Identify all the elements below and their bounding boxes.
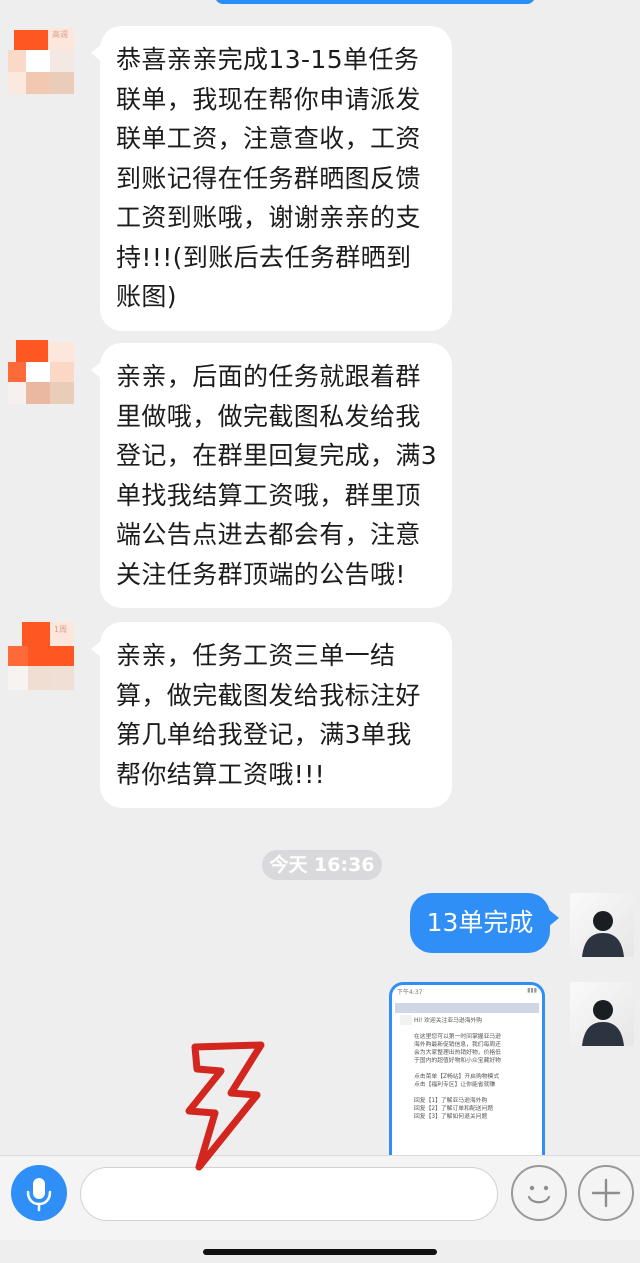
preview-status-bar: 下午4:37 ▮▮▮ — [392, 985, 542, 1003]
contact-avatar[interactable] — [8, 336, 76, 406]
message-line: 关注任务群顶端的公告哦! — [116, 559, 406, 589]
top-blue-strip — [215, 0, 535, 4]
preview-line: 回复【2】了解订单和配送问题 — [414, 1106, 494, 1112]
emoji-button[interactable] — [511, 1165, 567, 1221]
message-line: 算，做完截图发给我标注好 — [116, 680, 421, 710]
preview-line — [414, 1025, 534, 1033]
arrow-annotation-icon — [185, 1041, 265, 1171]
preview-battery-icon: ▮▮▮ — [527, 987, 537, 994]
microphone-icon — [26, 1178, 52, 1212]
message-line: 亲亲，后面的任务就跟着群 — [116, 362, 421, 391]
contact-avatar[interactable]: 1周 — [8, 622, 76, 692]
user-avatar[interactable] — [570, 893, 634, 957]
preview-header-bar — [395, 1003, 539, 1013]
person-silhouette-icon — [582, 911, 624, 957]
message-line: 单找我结算工资哦，群里顶 — [116, 480, 421, 510]
message-input[interactable] — [80, 1167, 498, 1221]
outgoing-message-bubble[interactable]: 13单完成 — [410, 893, 559, 953]
emoji-icon — [527, 1185, 551, 1204]
voice-button[interactable] — [11, 1165, 67, 1221]
message-line: 登记，在群里回复完成，满3 — [116, 441, 438, 470]
preview-logo — [400, 1015, 412, 1025]
message-line: 持!!!(到账后去任务群晒到 — [116, 242, 412, 272]
preview-line: 回复【3】了解如何退关问题 — [414, 1114, 488, 1120]
preview-line — [414, 1065, 534, 1073]
contact-avatar[interactable]: 高週 — [8, 26, 76, 96]
preview-line: 点击【福利专区】让你能省就赚 — [414, 1082, 496, 1088]
message-bubble[interactable]: 恭喜亲亲完成13-15单任务 联单，我现在帮你申请派发 联单工资，注意查收，工资… — [91, 26, 452, 331]
message-line: 联单，我现在帮你申请派发 — [116, 84, 421, 114]
preview-line: 点击菜单【Z畅站】开启购物模式 — [414, 1074, 500, 1080]
message-line: 帮你结算工资哦!!! — [116, 759, 326, 789]
message-line: 联单工资，注意查收，工资 — [116, 124, 421, 153]
timestamp-pill: 今天 16:36 — [262, 850, 382, 880]
preview-line: 回复【1】了解亚马逊海外购 — [414, 1098, 488, 1104]
message-line: 端公告点进去都会有，注意 — [116, 520, 421, 549]
preview-line: 于国内的超值好物和小众宝藏好物 — [414, 1058, 501, 1064]
message-line: 账图) — [116, 282, 177, 311]
preview-line: 海外购最新促销信息，我们每周还 — [414, 1042, 501, 1048]
message-line: 恭喜亲亲完成13-15单任务 — [116, 45, 420, 74]
message-line: 第几单给我登记，满3单我 — [116, 720, 412, 749]
message-line: 工资到账哦，谢谢亲亲的支 — [116, 203, 421, 232]
user-avatar[interactable] — [570, 982, 634, 1046]
outgoing-image-message[interactable]: 下午4:37 ▮▮▮ Hi! 欢迎关注亚马逊海外购 在这里您可以第一时间掌握亚马… — [389, 982, 545, 1157]
avatar-label: 高週 — [52, 30, 68, 39]
preview-status-time: 下午4:37 — [397, 989, 423, 996]
preview-line — [414, 1089, 534, 1097]
avatar-label: 1周 — [54, 625, 68, 634]
preview-line: Hi! 欢迎关注亚马逊海外购 — [414, 1018, 483, 1024]
chat-input-bar — [0, 1155, 640, 1240]
message-bubble[interactable]: 亲亲，任务工资三单一结 算，做完截图发给我标注好 第几单给我登记，满3单我 帮你… — [91, 622, 452, 808]
more-button[interactable] — [578, 1165, 634, 1221]
message-bubble[interactable]: 亲亲，后面的任务就跟着群 里做哦，做完截图私发给我 登记，在群里回复完成，满3 … — [91, 343, 452, 608]
plus-icon — [591, 1178, 621, 1208]
message-line: 里做哦，做完截图私发给我 — [116, 401, 421, 431]
message-line: 到账记得在任务群晒图反馈 — [116, 163, 421, 193]
preview-line: 会为大家整理出热销好物，价格低 — [414, 1050, 501, 1056]
home-indicator — [203, 1249, 437, 1255]
preview-text: Hi! 欢迎关注亚马逊海外购 在这里您可以第一时间掌握亚马逊 海外购最新促销信息… — [392, 1017, 542, 1121]
message-line: 亲亲，任务工资三单一结 — [116, 641, 396, 670]
person-silhouette-icon — [582, 1000, 624, 1046]
preview-line: 在这里您可以第一时间掌握亚马逊 — [414, 1034, 501, 1040]
